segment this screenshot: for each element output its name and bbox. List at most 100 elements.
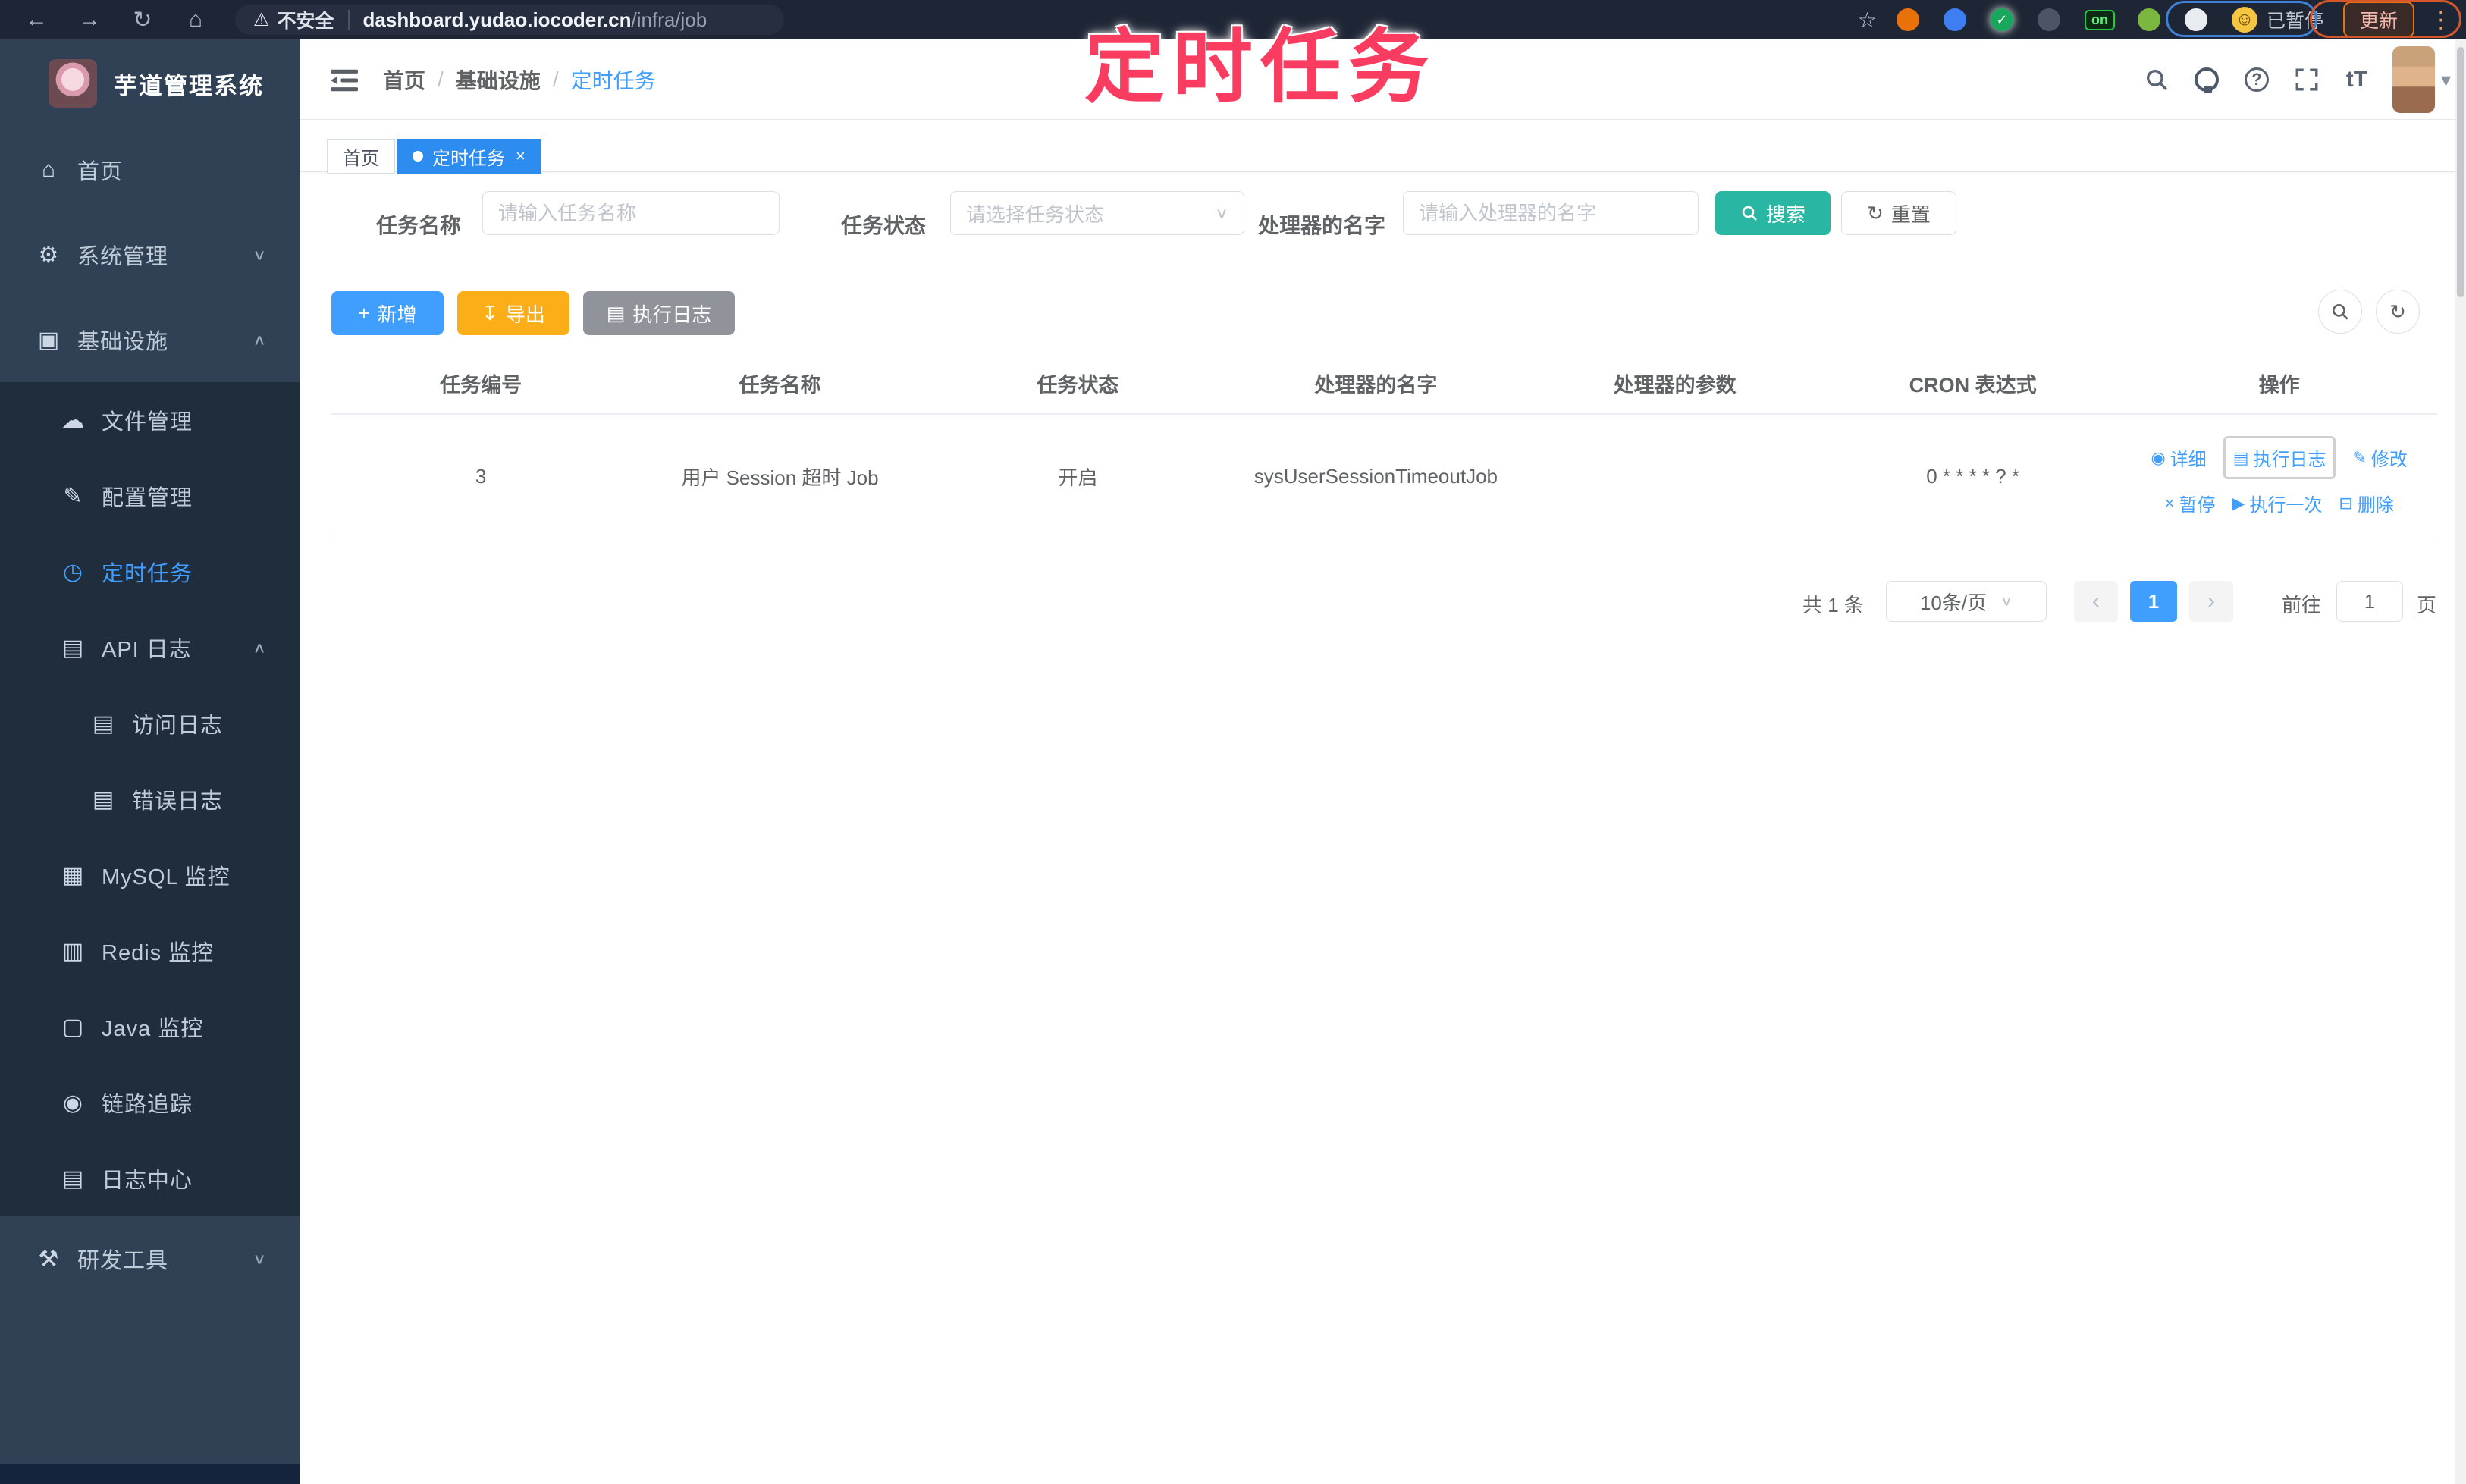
url-host[interactable]: dashboard.yudao.iocoder.cn <box>363 8 632 32</box>
pause-link[interactable]: × 暂停 <box>2165 490 2216 516</box>
extension-icon[interactable] <box>1896 8 1919 31</box>
profile-paused-label: 已暂停 <box>2266 11 2323 32</box>
java-monitor-icon: ▢ <box>61 1014 84 1040</box>
font-size-icon[interactable]: tT <box>2332 39 2382 120</box>
breadcrumb-infrastructure[interactable]: 基础设施 <box>456 64 541 95</box>
cell-job-id: 3 <box>331 414 631 538</box>
tab-home[interactable]: 首页 <box>327 139 395 174</box>
page-size-select[interactable]: 10条/页 ∨ <box>1886 581 2047 622</box>
log-icon: ▤ <box>92 786 115 812</box>
toolbox-icon: ⚒ <box>38 1246 59 1272</box>
github-icon[interactable] <box>2182 39 2232 120</box>
sidebar-item-api-logs[interactable]: ▤ API 日志 ∧ <box>0 610 300 686</box>
col-job-status: 任务状态 <box>929 356 1227 415</box>
add-button[interactable]: + 新增 <box>331 291 444 335</box>
tab-scheduled-tasks[interactable]: 定时任务 × <box>397 139 541 174</box>
infrastructure-submenu: ☁ 文件管理 ✎ 配置管理 ◷ 定时任务 ▤ API 日志 ∧ ▤ 访问日志 ▤… <box>0 382 300 1216</box>
search-button-label: 搜索 <box>1765 202 1806 226</box>
layers-icon: ▥ <box>61 938 84 964</box>
sidebar-bottom-strip <box>0 1464 300 1484</box>
extension-on-badge[interactable]: on <box>2084 9 2115 30</box>
prev-page-button[interactable]: ‹ <box>2074 581 2118 622</box>
breadcrumb: 首页 / 基础设施 / 定时任务 <box>383 39 656 120</box>
sidebar-item-error-logs[interactable]: ▤ 错误日志 <box>0 761 300 837</box>
caret-down-icon[interactable]: ▾ <box>2441 68 2451 92</box>
toggle-search-button[interactable] <box>2318 290 2362 334</box>
hamburger-icon[interactable] <box>328 64 360 96</box>
chrome-update-button[interactable]: 更新 <box>2342 2 2414 38</box>
download-icon: ↧ <box>482 301 498 325</box>
search-button[interactable]: 搜索 <box>1715 191 1831 235</box>
edit-link[interactable]: ✎ 修改 <box>2352 444 2407 471</box>
log-icon: ▤ <box>61 1166 84 1191</box>
execution-log-button[interactable]: ▤ 执行日志 <box>583 291 735 335</box>
sidebar-item-mysql-monitor[interactable]: ▦ MySQL 监控 <box>0 837 300 913</box>
extension-icon[interactable] <box>2137 8 2160 31</box>
sidebar-item-home[interactable]: ⌂ 首页 <box>0 127 300 212</box>
sidebar-item-dev-tools[interactable]: ⚒ 研发工具 ∨ <box>0 1216 300 1301</box>
browser-menu-icon[interactable]: ⋮ <box>2430 7 2452 33</box>
sidebar-item-label: API 日志 <box>102 638 192 662</box>
sidebar-item-redis-monitor[interactable]: ▥ Redis 监控 <box>0 913 300 989</box>
extension-check-icon[interactable]: ✓ <box>1990 8 2013 31</box>
pause-link-label: 暂停 <box>2179 495 2216 516</box>
sidebar-item-trace[interactable]: ◉ 链路追踪 <box>0 1065 300 1140</box>
sidebar-item-log-center[interactable]: ▤ 日志中心 <box>0 1140 300 1216</box>
col-cron: CRON 表达式 <box>1824 356 2122 415</box>
scrollbar-thumb[interactable] <box>2457 47 2464 297</box>
sidebar-item-label: 日志中心 <box>102 1169 193 1193</box>
tab-label: 定时任务 <box>432 148 505 169</box>
help-icon[interactable]: ? <box>2232 39 2282 120</box>
close-icon[interactable]: × <box>516 146 526 166</box>
search-icon[interactable] <box>2132 39 2182 120</box>
browser-toolbar-right: ☆ ✓ on ☺ 已暂停 更新 ⋮ <box>1858 0 2466 39</box>
cell-actions: ◉ 详细 ▤ 执行日志 ✎ 修改 × 暂停 ▶ 执行一次 ⊟ 删除 <box>2121 414 2437 538</box>
goto-page-input[interactable] <box>2336 581 2403 622</box>
sidebar-item-label: Redis 监控 <box>102 941 215 965</box>
browser-home-icon[interactable]: ⌂ <box>179 7 212 33</box>
user-avatar[interactable] <box>2392 46 2435 113</box>
extension-icon[interactable] <box>1943 8 1966 31</box>
monitor-icon: ▣ <box>37 327 60 353</box>
app-logo-row[interactable]: 芋道管理系统 <box>0 39 300 127</box>
refresh-icon: ↻ <box>1867 201 1884 224</box>
sidebar-item-scheduled-tasks[interactable]: ◷ 定时任务 <box>0 534 300 610</box>
not-secure-label[interactable]: 不安全 <box>278 6 334 33</box>
delete-link[interactable]: ⊟ 删除 <box>2339 490 2393 516</box>
fullscreen-icon[interactable] <box>2282 39 2332 120</box>
list-icon: ▤ <box>2232 447 2249 467</box>
profile-paused-capsule[interactable]: ☺ 已暂停 <box>2231 6 2323 33</box>
handler-name-value: sysUserSessionTimeoutJob <box>1253 464 1498 488</box>
sidebar-item-file-management[interactable]: ☁ 文件管理 <box>0 382 300 458</box>
next-page-button[interactable]: › <box>2189 581 2233 622</box>
run-once-link[interactable]: ▶ 执行一次 <box>2232 490 2322 516</box>
detail-link[interactable]: ◉ 详细 <box>2151 444 2206 471</box>
breadcrumb-home[interactable]: 首页 <box>383 64 425 95</box>
browser-reload-icon[interactable]: ↻ <box>126 7 159 33</box>
col-actions: 操作 <box>2121 356 2437 415</box>
bookmark-star-icon[interactable]: ☆ <box>1858 8 1877 33</box>
extensions-puzzle-icon[interactable] <box>2184 8 2207 31</box>
sidebar-item-infrastructure[interactable]: ▣ 基础设施 ∧ <box>0 297 300 382</box>
job-status-select[interactable]: 请选择任务状态 ∨ <box>950 191 1244 235</box>
sidebar-item-java-monitor[interactable]: ▢ Java 监控 <box>0 989 300 1065</box>
page-1-button[interactable]: 1 <box>2130 581 2177 622</box>
sidebar-item-config-management[interactable]: ✎ 配置管理 <box>0 458 300 534</box>
browser-forward-icon[interactable]: → <box>73 7 106 33</box>
job-name-input[interactable] <box>482 191 780 235</box>
main-area: 首页 / 基础设施 / 定时任务 ? tT ▾ 首页 定时任务 × 任务名称 请… <box>300 39 2466 1484</box>
handler-name-input[interactable] <box>1403 191 1699 235</box>
export-button[interactable]: ↧ 导出 <box>457 291 569 335</box>
row-execution-log-link[interactable]: ▤ 执行日志 <box>2223 436 2336 479</box>
app-logo <box>49 59 97 108</box>
address-bar[interactable]: ⚠ 不安全 dashboard.yudao.iocoder.cn /infra/… <box>235 5 784 35</box>
sidebar-item-system-management[interactable]: ⚙ 系统管理 ∨ <box>0 212 300 297</box>
page-scrollbar[interactable] <box>2455 39 2466 1484</box>
sidebar-item-access-logs[interactable]: ▤ 访问日志 <box>0 686 300 761</box>
chevron-down-icon: ∨ <box>253 1250 266 1267</box>
extension-grid-icon[interactable] <box>2037 8 2060 31</box>
browser-back-icon[interactable]: ← <box>20 7 53 33</box>
reset-button[interactable]: ↻ 重置 <box>1841 191 1956 235</box>
col-handler-param: 处理器的参数 <box>1525 356 1824 415</box>
refresh-table-button[interactable]: ↻ <box>2376 290 2420 334</box>
